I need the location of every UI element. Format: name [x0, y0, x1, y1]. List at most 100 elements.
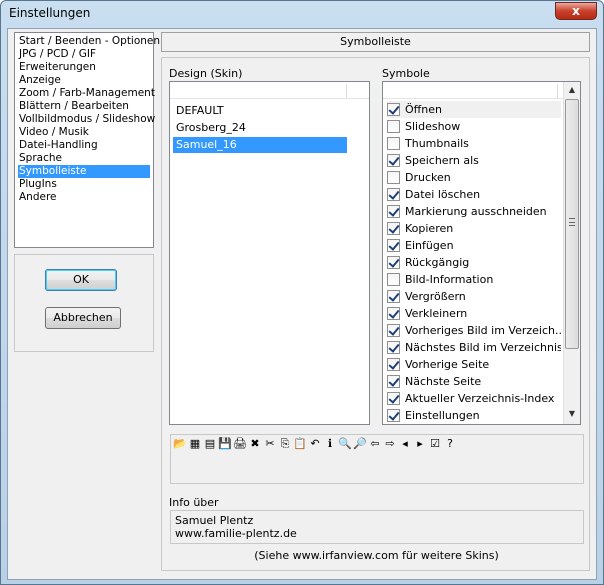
symbol-checkbox[interactable]	[387, 409, 400, 422]
scroll-up-arrow[interactable]: ▲	[564, 82, 580, 98]
symbols-label: Symbole	[382, 67, 430, 80]
symbol-checkbox[interactable]	[387, 358, 400, 371]
symbol-row[interactable]: Slideshow	[387, 118, 561, 135]
zoom-in-icon: 🔍	[338, 437, 352, 450]
symbol-row[interactable]: Bild-Information	[387, 271, 561, 288]
next-image-icon: ⇨	[385, 437, 395, 450]
symbol-checkbox[interactable]	[387, 256, 400, 269]
category-item[interactable]: Sprache	[18, 152, 150, 165]
symbol-label: Aktueller Verzeichnis-Index	[405, 392, 555, 405]
help-icon: ?	[447, 437, 453, 450]
symbol-row[interactable]: Speichern als	[387, 152, 561, 169]
symbol-label: Kopieren	[405, 222, 454, 235]
save-icon: 💾	[218, 437, 232, 450]
symbol-row[interactable]: Aktueller Verzeichnis-Index	[387, 390, 561, 407]
symbol-checkbox[interactable]	[387, 239, 400, 252]
symbol-row[interactable]: Vorherige Seite	[387, 356, 561, 373]
symbol-row[interactable]: Einfügen	[387, 237, 561, 254]
symbol-checkbox[interactable]	[387, 205, 400, 218]
undo-icon: ↶	[310, 437, 320, 450]
title-bar[interactable]: Einstellungen x	[1, 1, 603, 27]
category-item[interactable]: Andere	[18, 191, 150, 204]
symbol-checkbox[interactable]	[387, 341, 400, 354]
skin-info-box: Samuel Plentz www.familie-plentz.de	[170, 510, 584, 544]
category-item[interactable]: Datei-Handling	[18, 139, 150, 152]
slideshow-icon: ▦	[189, 437, 201, 450]
symbol-row[interactable]: Nächstes Bild im Verzeichnis	[387, 339, 561, 356]
symbol-checkbox[interactable]	[387, 324, 400, 337]
skin-list[interactable]: DEFAULT Grosberg_24 Samuel_16	[169, 81, 370, 425]
category-item[interactable]: JPG / PCD / GIF	[18, 48, 150, 61]
prev-page-icon: ◂	[402, 437, 408, 450]
symbol-row[interactable]: Verkleinern	[387, 305, 561, 322]
symbol-row[interactable]: Vergrößern	[387, 288, 561, 305]
symbol-label: Thumbnails	[405, 137, 469, 150]
prev-image-icon: ⇦	[370, 437, 380, 450]
settings-window: Einstellungen x Start / Beenden - Option…	[0, 0, 604, 585]
category-item[interactable]: Erweiterungen	[18, 61, 150, 74]
symbol-checkbox[interactable]	[387, 103, 400, 116]
symbol-list-scrollbar[interactable]: ▲ ▼	[563, 82, 580, 424]
close-button[interactable]: x	[555, 2, 597, 20]
symbol-row[interactable]: Drucken	[387, 169, 561, 186]
symbol-checkbox[interactable]	[387, 307, 400, 320]
category-list[interactable]: Start / Beenden - Optionen JPG / PCD / GI…	[14, 32, 160, 248]
symbol-checkbox[interactable]	[387, 392, 400, 405]
cancel-button[interactable]: Abbrechen	[45, 307, 121, 329]
category-item[interactable]: Symbolleiste	[18, 165, 150, 178]
info-label: Info über	[169, 496, 219, 509]
button-panel: OK Abbrechen	[14, 254, 154, 352]
thumbnails-icon: ▤	[204, 437, 216, 450]
category-item[interactable]: Video / Musik	[18, 126, 150, 139]
category-item[interactable]: Anzeige	[18, 74, 150, 87]
symbol-label: Markierung ausschneiden	[405, 205, 547, 218]
symbol-label: Verkleinern	[405, 307, 468, 320]
category-item[interactable]: PlugIns	[18, 178, 150, 191]
column-separator	[557, 84, 558, 98]
skin-item[interactable]: Samuel_16	[173, 137, 347, 153]
symbol-row[interactable]: Einstellungen	[387, 407, 561, 424]
symbol-row[interactable]: Markierung ausschneiden	[387, 203, 561, 220]
category-item[interactable]: Start / Beenden - Optionen	[18, 35, 160, 48]
symbol-row[interactable]: Rückgängig	[387, 254, 561, 271]
symbol-checkbox[interactable]	[387, 222, 400, 235]
scroll-down-arrow[interactable]: ▼	[564, 406, 580, 422]
symbol-row[interactable]: Vorheriges Bild im Verzeich...	[387, 322, 561, 339]
symbol-checkbox[interactable]	[387, 375, 400, 388]
scroll-thumb[interactable]	[565, 99, 579, 349]
symbol-checkbox[interactable]	[387, 137, 400, 150]
symbol-checkbox[interactable]	[387, 273, 400, 286]
category-item[interactable]: Blättern / Bearbeiten	[18, 100, 150, 113]
column-separator	[346, 84, 347, 98]
category-item[interactable]: Vollbildmodus / Slideshow	[18, 113, 155, 126]
folder-index-icon: ☑	[430, 437, 440, 450]
symbol-label: Vorheriges Bild im Verzeich...	[405, 324, 561, 337]
skin-item[interactable]: DEFAULT	[173, 103, 347, 119]
symbol-label: Nächste Seite	[405, 375, 482, 388]
skin-item[interactable]: Grosberg_24	[173, 120, 347, 136]
symbol-row[interactable]: Thumbnails	[387, 135, 561, 152]
symbol-label: Vergrößern	[405, 290, 466, 303]
toolbar-settings-panel: Design (Skin) Symbole DEFAULT Grosberg_24…	[161, 57, 590, 571]
symbol-row[interactable]: Kopieren	[387, 220, 561, 237]
symbol-label: Speichern als	[405, 154, 479, 167]
symbol-checkbox[interactable]	[387, 171, 400, 184]
category-item[interactable]: Zoom / Farb-Management	[18, 87, 155, 100]
design-label: Design (Skin)	[169, 67, 243, 80]
symbol-row[interactable]: Datei löschen	[387, 186, 561, 203]
ok-button[interactable]: OK	[45, 269, 117, 291]
symbol-row[interactable]: Nächste Seite	[387, 373, 561, 390]
symbol-checkbox[interactable]	[387, 290, 400, 303]
delete-icon: ✖	[250, 437, 260, 450]
symbol-checkbox[interactable]	[387, 154, 400, 167]
toolbar-preview-icons: 📂 ▦ ▤ 💾 🖨 ✖ ✂ ⎘ 📋 ↶ ℹ 🔍 🔎 ⇦ ⇨ ◂ ▸ ☑?	[173, 436, 458, 454]
symbol-label: Öffnen	[405, 103, 442, 116]
symbol-checkbox[interactable]	[387, 120, 400, 133]
toolbar-preview: 📂 ▦ ▤ 💾 🖨 ✖ ✂ ⎘ 📋 ↶ ℹ 🔍 🔎 ⇦ ⇨ ◂ ▸ ☑?	[170, 434, 584, 484]
symbol-checkbox[interactable]	[387, 188, 400, 201]
symbol-list[interactable]: Öffnen Slideshow Thumbnails Speichern als Dr…	[382, 81, 581, 425]
symbol-row[interactable]: Öffnen	[387, 101, 561, 118]
close-icon: x	[572, 4, 580, 18]
skin-author: Samuel Plentz	[175, 514, 254, 527]
next-page-icon: ▸	[417, 437, 423, 450]
